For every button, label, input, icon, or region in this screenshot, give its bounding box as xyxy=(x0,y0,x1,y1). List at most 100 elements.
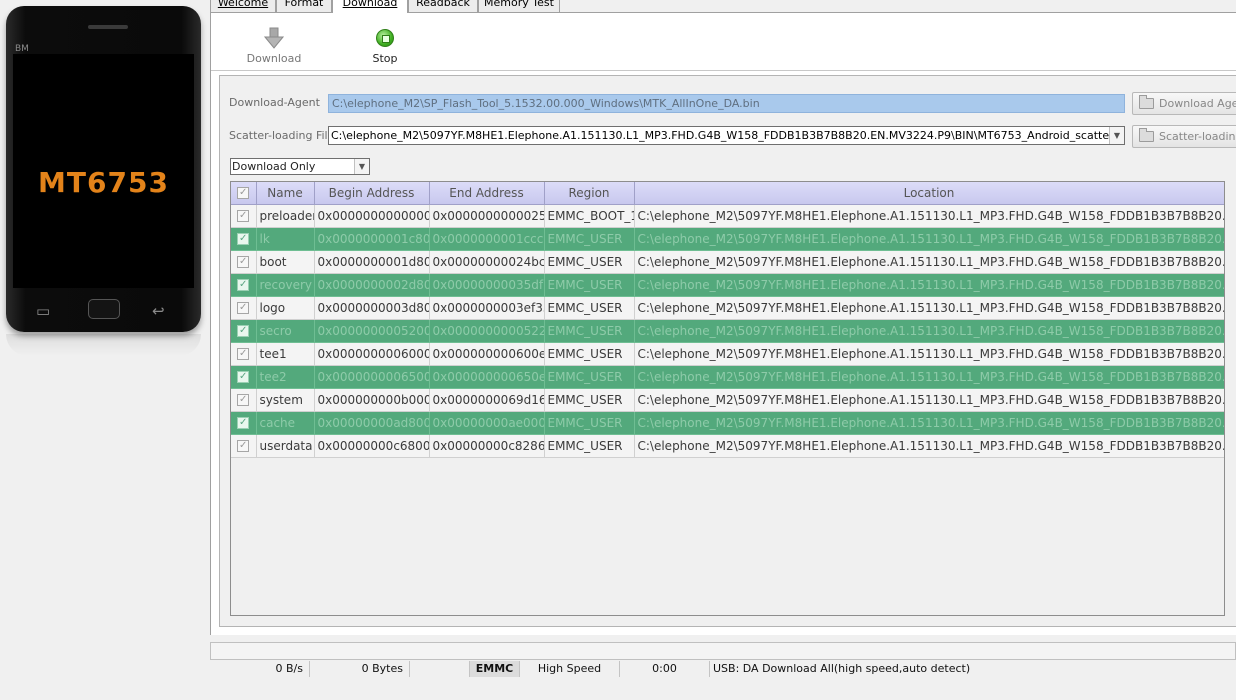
cell-name: cache xyxy=(256,411,315,435)
row-checkbox[interactable]: ✓ xyxy=(231,227,257,251)
toolbar: Download Stop xyxy=(211,13,1236,71)
status-storage: EMMC xyxy=(470,661,520,677)
tab-label: Memory Test xyxy=(484,0,554,9)
partition-table: ✓ Name Begin Address End Address Region … xyxy=(230,181,1225,616)
stop-button[interactable]: Stop xyxy=(355,27,415,65)
table-row[interactable]: ✓ boot0x0000000001d800000x00000000024bc7f… xyxy=(231,250,1224,274)
table-row[interactable]: ✓ cache0x00000000ad8000000x00000000ae0001… xyxy=(231,411,1224,435)
stop-button-label: Stop xyxy=(372,52,398,65)
menu-key-icon: ▭ xyxy=(36,302,51,320)
status-spacer xyxy=(410,661,470,677)
folder-icon xyxy=(1139,95,1154,109)
cell-begin-address: 0x000000000b000000 xyxy=(314,388,430,412)
scatter-loading-button[interactable]: Scatter-loading xyxy=(1132,125,1236,148)
back-key-icon: ↩ xyxy=(152,302,165,320)
scatter-file-value: C:\elephone_M2\5097YF.M8HE1.Elephone.A1.… xyxy=(331,129,1125,142)
tab-readback[interactable]: Readback xyxy=(408,0,478,13)
cell-begin-address: 0x0000000005200000 xyxy=(314,319,430,343)
checkbox-icon: ✓ xyxy=(237,440,250,452)
partition-rows: ✓preloader0x00000000000000000x0000000000… xyxy=(231,204,1224,458)
cell-begin-address: 0x0000000006500000 xyxy=(314,365,430,389)
tab-label: Format xyxy=(284,0,324,9)
cell-end-address: 0x0000000000025ac7 xyxy=(429,204,545,228)
download-button[interactable]: Download xyxy=(244,27,304,65)
cell-end-address: 0x00000000c828624f xyxy=(429,434,545,458)
cell-region: EMMC_USER xyxy=(544,319,635,343)
cell-name: tee2 xyxy=(256,365,315,389)
table-header-row: ✓ Name Begin Address End Address Region … xyxy=(231,182,1224,205)
partition-table-grid: ✓ Name Begin Address End Address Region … xyxy=(231,182,1224,458)
table-row[interactable]: ✓ secro0x00000000052000000x00000000005220… xyxy=(231,319,1224,343)
table-row[interactable]: ✓ userdata0x00000000c68000000x00000000c82… xyxy=(231,434,1224,458)
checkbox-icon: ✓ xyxy=(237,187,250,200)
cell-location: C:\elephone_M2\5097YF.M8HE1.Elephone.A1.… xyxy=(634,273,1224,297)
cell-location: C:\elephone_M2\5097YF.M8HE1.Elephone.A1.… xyxy=(634,227,1224,251)
column-header-begin-address[interactable]: Begin Address xyxy=(314,182,430,205)
row-checkbox[interactable]: ✓ xyxy=(231,204,257,228)
checkbox-icon: ✓ xyxy=(237,302,250,314)
download-arrow-icon xyxy=(264,27,284,49)
phone-screen: MT6753 xyxy=(13,54,194,288)
cell-location: C:\elephone_M2\5097YF.M8HE1.Elephone.A1.… xyxy=(634,388,1224,412)
status-speed: 0 B/s xyxy=(210,661,310,677)
chevron-down-icon[interactable]: ▼ xyxy=(1109,127,1124,144)
download-agent-button[interactable]: Download Agent xyxy=(1132,92,1236,115)
cell-name: system xyxy=(256,388,315,412)
row-checkbox[interactable]: ✓ xyxy=(231,365,257,389)
table-row[interactable]: ✓ tee20x00000000065000000x000000000650edf… xyxy=(231,365,1224,389)
row-checkbox[interactable]: ✓ xyxy=(231,319,257,343)
table-row[interactable]: ✓ system0x000000000b0000000x0000000069d16… xyxy=(231,388,1224,412)
scatter-file-select[interactable]: C:\elephone_M2\5097YF.M8HE1.Elephone.A1.… xyxy=(328,126,1125,145)
checkbox-icon: ✓ xyxy=(237,417,250,429)
status-message: USB: DA Download All(high speed,auto det… xyxy=(713,662,971,675)
tab-label: Welcome xyxy=(217,0,269,9)
select-all-checkbox[interactable]: ✓ xyxy=(231,182,257,205)
cell-location: C:\elephone_M2\5097YF.M8HE1.Elephone.A1.… xyxy=(634,204,1224,228)
column-header-end-address[interactable]: End Address xyxy=(429,182,545,205)
tab-memory-test[interactable]: Memory Test xyxy=(478,0,560,13)
table-row[interactable]: ✓ tee10x00000000060000000x000000000600edf… xyxy=(231,342,1224,366)
cell-end-address: 0x00000000035df7ff xyxy=(429,273,545,297)
checkbox-icon: ✓ xyxy=(237,325,250,337)
stop-icon xyxy=(376,29,394,47)
row-checkbox[interactable]: ✓ xyxy=(231,342,257,366)
checkbox-icon: ✓ xyxy=(237,348,250,360)
table-row[interactable]: ✓ recovery0x0000000002d800000x00000000035… xyxy=(231,273,1224,297)
checkbox-icon: ✓ xyxy=(237,233,250,245)
cell-region: EMMC_USER xyxy=(544,365,635,389)
cell-end-address: 0x000000000650edff xyxy=(429,365,545,389)
row-checkbox[interactable]: ✓ xyxy=(231,388,257,412)
cell-begin-address: 0x0000000001d80000 xyxy=(314,250,430,274)
device-panel: BM MT6753 ▭ ↩ xyxy=(0,0,210,700)
row-checkbox[interactable]: ✓ xyxy=(231,273,257,297)
cell-begin-address: 0x0000000002d80000 xyxy=(314,273,430,297)
cell-end-address: 0x0000000003ef3335 xyxy=(429,296,545,320)
download-settings-panel: Download-Agent C:\elephone_M2\SP_Flash_T… xyxy=(219,75,1236,627)
download-agent-button-label: Download Agent xyxy=(1159,97,1236,110)
column-header-region[interactable]: Region xyxy=(544,182,635,205)
home-key-icon xyxy=(88,299,120,319)
table-row[interactable]: ✓ lk0x0000000001c800000x0000000001ccc91bE… xyxy=(231,227,1224,251)
chevron-down-icon[interactable]: ▼ xyxy=(354,159,369,174)
cell-name: logo xyxy=(256,296,315,320)
download-mode-select[interactable]: Download Only ▼ xyxy=(230,158,370,175)
column-header-location[interactable]: Location xyxy=(634,182,1224,205)
table-row[interactable]: ✓ logo0x0000000003d800000x0000000003ef333… xyxy=(231,296,1224,320)
cell-location: C:\elephone_M2\5097YF.M8HE1.Elephone.A1.… xyxy=(634,411,1224,435)
row-checkbox[interactable]: ✓ xyxy=(231,411,257,435)
phone-reflection xyxy=(6,334,201,356)
tab-format[interactable]: Format xyxy=(276,0,332,13)
phone-image: BM MT6753 ▭ ↩ xyxy=(6,6,201,332)
tab-download[interactable]: Download xyxy=(332,0,408,14)
cell-region: EMMC_USER xyxy=(544,296,635,320)
table-row[interactable]: ✓ preloader0x00000000000000000x0000000000… xyxy=(231,204,1224,228)
tab-welcome[interactable]: Welcome xyxy=(210,0,276,13)
cell-location: C:\elephone_M2\5097YF.M8HE1.Elephone.A1.… xyxy=(634,296,1224,320)
column-header-name[interactable]: Name xyxy=(256,182,315,205)
download-agent-label: Download-Agent xyxy=(229,96,320,109)
row-checkbox[interactable]: ✓ xyxy=(231,250,257,274)
download-agent-input[interactable]: C:\elephone_M2\SP_Flash_Tool_5.1532.00.0… xyxy=(328,94,1125,113)
row-checkbox[interactable]: ✓ xyxy=(231,434,257,458)
row-checkbox[interactable]: ✓ xyxy=(231,296,257,320)
progress-bar xyxy=(210,642,1236,660)
